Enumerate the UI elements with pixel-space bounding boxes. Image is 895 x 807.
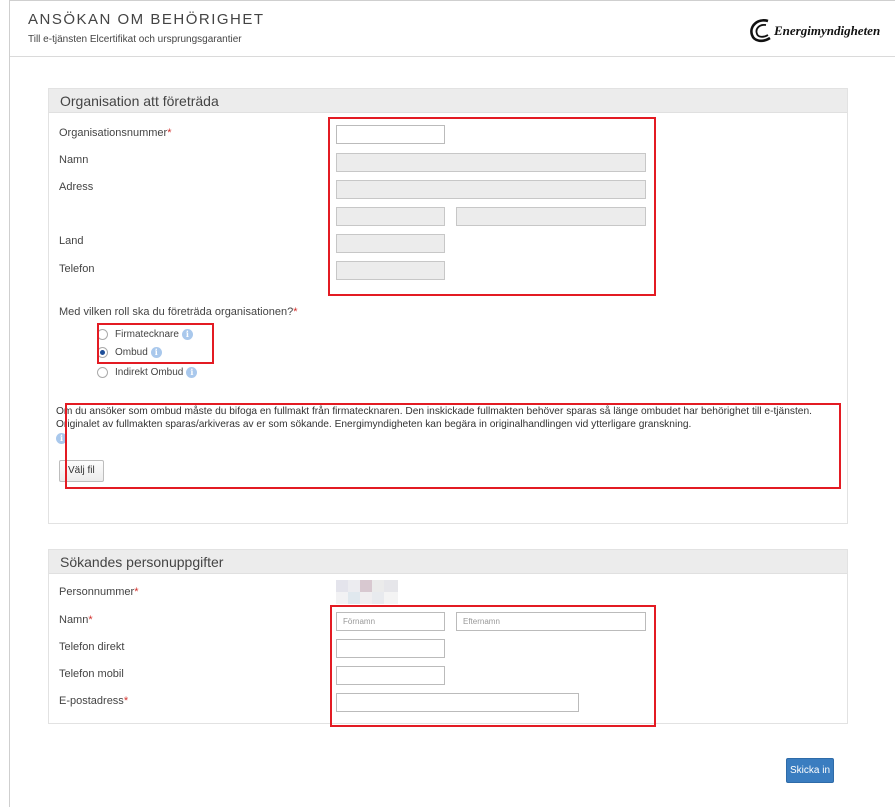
applicant-panel-heading: Sökandes personuppgifter bbox=[49, 550, 847, 574]
page-header: ANSÖKAN OM BEHÖRIGHET Till e-tjänsten El… bbox=[10, 1, 895, 57]
org-address-label: Adress bbox=[59, 181, 94, 193]
org-fields-highlight bbox=[328, 117, 656, 296]
notice-highlight bbox=[65, 403, 841, 489]
org-phone-label: Telefon bbox=[59, 263, 95, 275]
logo-text: Energimyndigheten bbox=[774, 23, 881, 38]
organisation-panel-heading: Organisation att företräda bbox=[49, 89, 847, 113]
required-marker: * bbox=[134, 586, 139, 598]
info-icon[interactable]: i bbox=[186, 367, 198, 378]
org-country-label: Land bbox=[59, 235, 84, 247]
personal-number-label: Personnummer* bbox=[59, 586, 139, 598]
page-subtitle: Till e-tjänsten Elcertifikat och ursprun… bbox=[28, 34, 242, 45]
applicant-name-label: Namn* bbox=[59, 614, 93, 626]
required-marker: * bbox=[88, 614, 93, 626]
org-name-label: Namn bbox=[59, 154, 89, 166]
role-option-label: Indirekt Ombud bbox=[115, 367, 184, 378]
page-title: ANSÖKAN OM BEHÖRIGHET bbox=[28, 11, 265, 28]
phone-mobile-label: Telefon mobil bbox=[59, 668, 124, 680]
required-marker: * bbox=[293, 306, 298, 318]
submit-button[interactable]: Skicka in bbox=[786, 758, 834, 783]
personal-number-redacted bbox=[336, 580, 402, 604]
role-option-indirekt-ombud[interactable]: Indirekt Ombud i bbox=[97, 367, 198, 378]
email-label: E-postadress* bbox=[59, 695, 129, 707]
energimyndigheten-logo: Energimyndigheten bbox=[746, 15, 886, 47]
radio-button[interactable] bbox=[97, 367, 108, 378]
org-number-label: Organisationsnummer* bbox=[59, 127, 172, 139]
applicant-fields-highlight bbox=[330, 605, 656, 727]
logo-swoosh-icon bbox=[750, 19, 771, 43]
role-question: Med vilken roll ska du företräda organis… bbox=[59, 306, 298, 318]
phone-direct-label: Telefon direkt bbox=[59, 641, 125, 653]
required-marker: * bbox=[123, 695, 129, 707]
role-highlight bbox=[97, 323, 214, 364]
required-marker: * bbox=[167, 127, 172, 139]
